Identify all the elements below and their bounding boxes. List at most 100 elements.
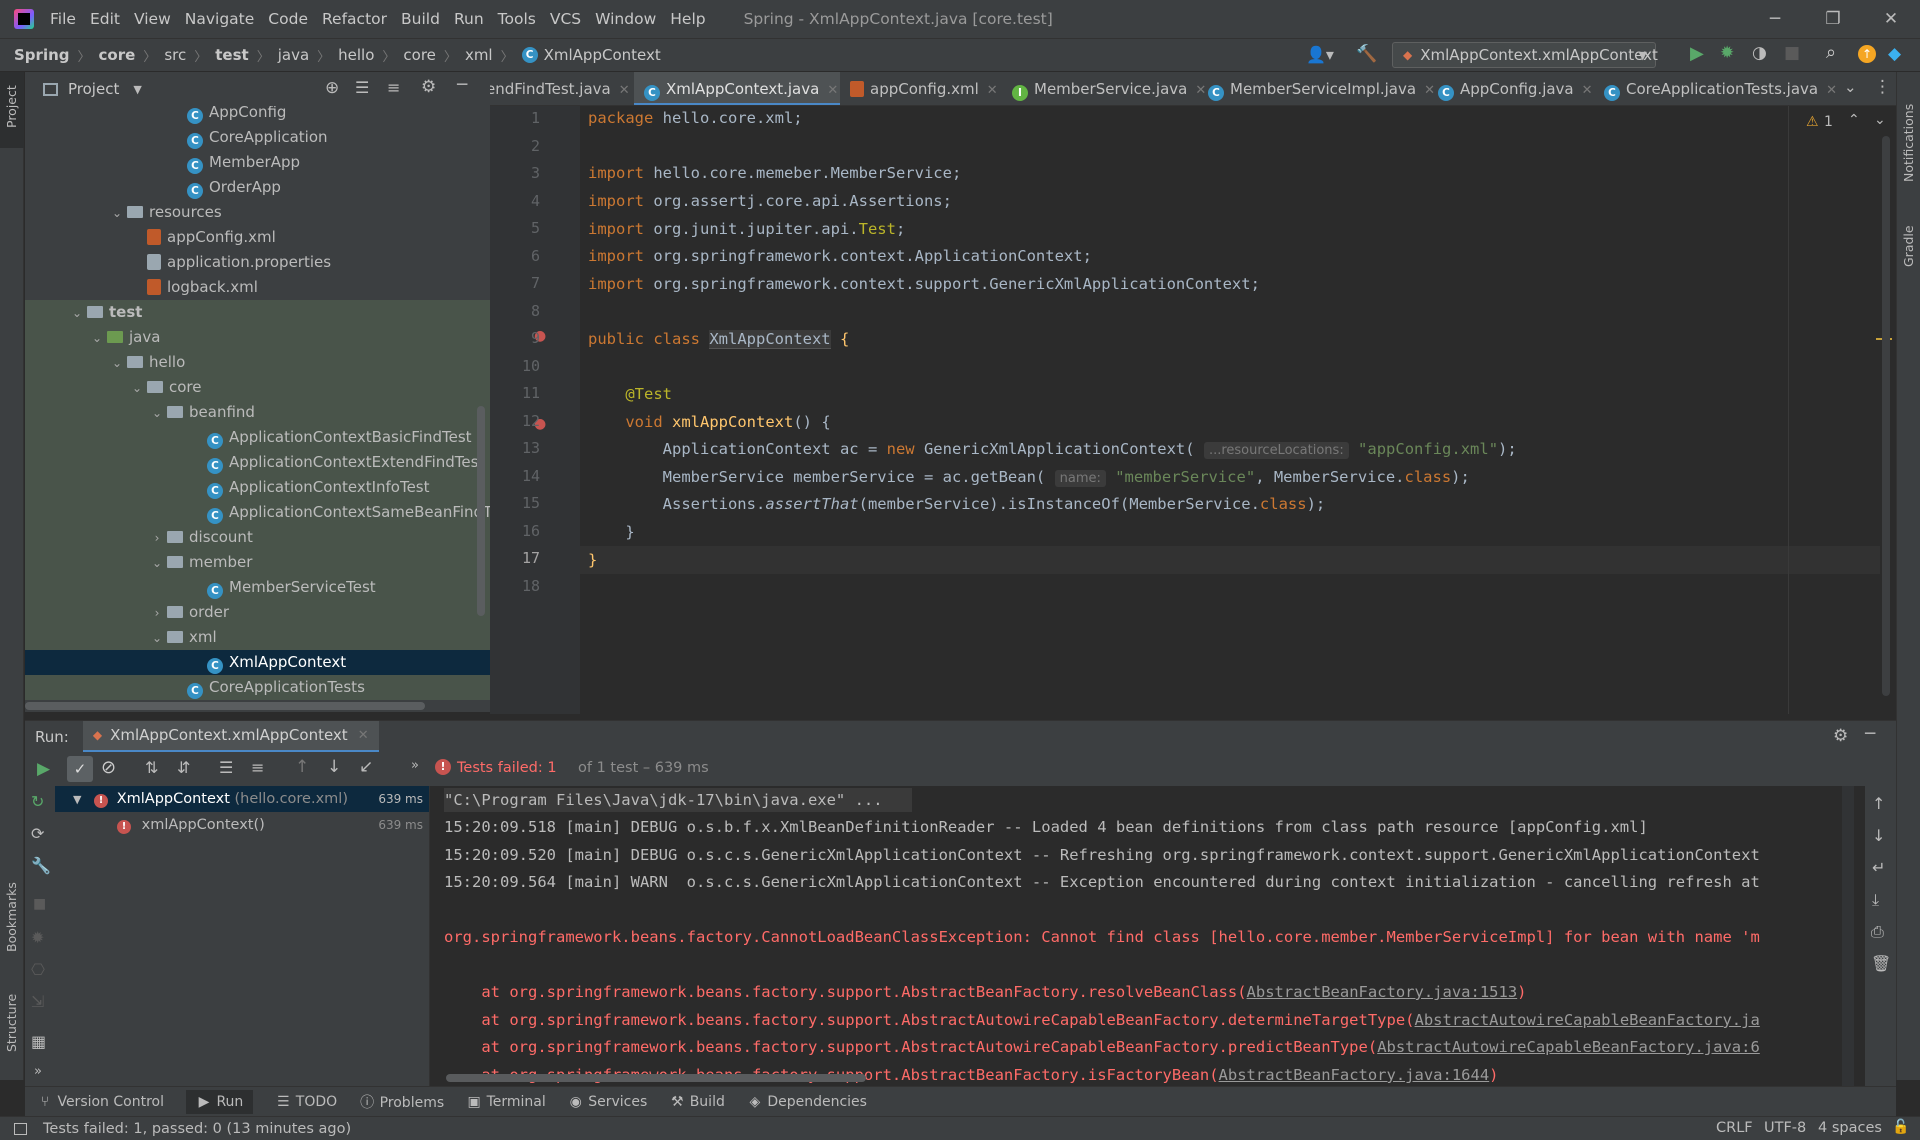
tree-item-applicationcontextextendfindtest[interactable]: C ApplicationContextExtendFindTest (25, 450, 490, 475)
status-message[interactable]: Tests failed: 1, passed: 0 (13 minutes a… (43, 1121, 351, 1137)
tab-memberserviceimpl[interactable]: C MemberServiceImpl.java ✕ (1198, 72, 1435, 105)
menu-build[interactable]: Build (401, 10, 440, 28)
close-tab-icon[interactable]: ✕ (619, 83, 630, 98)
collapse-all-icon[interactable]: ≡ (387, 78, 400, 97)
tree-item-test[interactable]: ⌄ test (25, 300, 490, 325)
hide-panel-icon[interactable]: ─ (1865, 724, 1875, 744)
tool-run[interactable]: ▶ Run (186, 1089, 254, 1114)
coverage-icon[interactable]: ◑ (1752, 43, 1767, 63)
hide-panel-icon[interactable]: ─ (457, 75, 467, 95)
trash-icon[interactable]: 🗑 (1871, 954, 1891, 973)
breadcrumb-hello[interactable]: hello (338, 46, 374, 64)
line-number[interactable]: 13 (522, 434, 540, 462)
menu-refactor[interactable]: Refactor (322, 10, 387, 28)
scroll-down-icon[interactable]: ↓ (1872, 826, 1885, 845)
tree-hscrollbar[interactable] (25, 702, 425, 710)
chevron-down-icon[interactable]: ▼ (133, 83, 141, 96)
notifications-tool-tab[interactable]: Notifications (1901, 104, 1916, 182)
menu-help[interactable]: Help (670, 10, 705, 28)
tool-build[interactable]: ⚒ Build (669, 1094, 725, 1110)
tree-item-hello[interactable]: ⌄ hello (25, 350, 490, 375)
line-number[interactable]: 15 (522, 489, 540, 517)
tree-item-applicationcontextbasicfindtest[interactable]: C ApplicationContextBasicFindTest (25, 425, 490, 450)
tree-item-beanfind[interactable]: ⌄ beanfind (25, 400, 490, 425)
line-number[interactable]: 14 (522, 462, 540, 490)
breadcrumb-test[interactable]: test (215, 46, 248, 64)
prev-highlight-icon[interactable]: ⌃ (1848, 112, 1860, 128)
tab-coreapplicationtests[interactable]: C CoreApplicationTests.java ✕ (1594, 72, 1846, 105)
code-editor[interactable]: package hello.core.xml; import hello.cor… (580, 106, 1896, 714)
minimize-icon[interactable]: ─ (1746, 0, 1804, 38)
line-number[interactable]: 12 (522, 407, 540, 435)
wrench-icon[interactable]: 🔧 (31, 856, 51, 875)
menu-edit[interactable]: Edit (90, 10, 120, 28)
tree-item-orderapp[interactable]: C OrderApp (25, 175, 490, 200)
toggle-panels-icon[interactable] (14, 1122, 27, 1135)
show-passed-icon[interactable]: ✓ (67, 756, 93, 782)
tree-item-appconfig[interactable]: C AppConfig (25, 106, 490, 125)
structure-tool-tab[interactable]: Structure (4, 994, 19, 1052)
search-icon[interactable]: ⌕ (1826, 42, 1836, 63)
tree-item-xmlappcontext[interactable]: C XmlAppContext (25, 650, 490, 675)
tab-appconfig-java[interactable]: C AppConfig.java ✕ (1428, 72, 1594, 105)
tool-version-control[interactable]: ⑂ Version Control (37, 1094, 164, 1110)
tree-item-coreapplicationtests[interactable]: C CoreApplicationTests (25, 675, 490, 700)
source-link[interactable]: AbstractAutowireCapableBeanFactory.java:… (1377, 1038, 1760, 1056)
line-number[interactable]: 3 (531, 159, 540, 187)
tree-scrollbar[interactable] (477, 406, 485, 616)
close-tab-icon[interactable]: ✕ (1826, 83, 1837, 98)
run-tab[interactable]: ◆ XmlAppContext.xmlAppContext ✕ (82, 720, 379, 753)
tabs-overflow-icon[interactable]: ⌄ (1844, 78, 1857, 96)
tree-item-applicationcontextinfotest[interactable]: C ApplicationContextInfoTest (25, 475, 490, 500)
prev-failed-icon[interactable]: ↑ (295, 757, 309, 777)
tree-item-application-properties[interactable]: application.properties (25, 250, 490, 275)
print-icon[interactable]: ⎙ (1871, 922, 1884, 942)
line-number[interactable]: 7 (531, 269, 540, 297)
indent-setting[interactable]: 4 spaces (1818, 1120, 1882, 1136)
sort-duration-icon[interactable]: ⇵ (177, 758, 190, 777)
camera-icon[interactable]: ⎔ (31, 960, 45, 979)
bookmarks-tool-tab[interactable]: Bookmarks (4, 882, 19, 952)
tool-dependencies[interactable]: ◈ Dependencies (747, 1094, 866, 1110)
tree-item-core[interactable]: ⌄ core (25, 375, 490, 400)
rerun-failed-icon[interactable]: ↻ (31, 792, 44, 811)
tool-todo[interactable]: ☰ TODO (275, 1094, 337, 1110)
chevron-right-icon[interactable]: › (149, 526, 165, 551)
debug-icon[interactable]: ✹ (31, 928, 44, 947)
project-view-select[interactable]: Project (68, 80, 119, 98)
breadcrumb-module[interactable]: core (99, 46, 136, 64)
console-hscrollbar[interactable] (446, 1074, 866, 1082)
debug-icon[interactable]: ✹ (1720, 43, 1734, 63)
breadcrumb-java[interactable]: java (278, 46, 309, 64)
line-number[interactable]: 4 (531, 187, 540, 215)
chevron-right-icon[interactable]: › (149, 601, 165, 626)
import-tests-icon[interactable]: ↙ (359, 757, 373, 777)
menu-code[interactable]: Code (268, 10, 308, 28)
update-icon[interactable]: ↑ (1858, 45, 1876, 63)
tab-memberservice[interactable]: I MemberService.java ✕ (1002, 72, 1206, 105)
line-number[interactable]: 6 (531, 242, 540, 270)
restore-icon[interactable]: ❐ (1804, 0, 1862, 38)
scroll-up-icon[interactable]: ↑ (1872, 794, 1885, 813)
menu-run[interactable]: Run (454, 10, 484, 28)
chevron-down-icon[interactable]: ⌄ (149, 401, 165, 426)
breadcrumb-src[interactable]: src (164, 46, 186, 64)
tab-xmlappcontext[interactable]: C XmlAppContext.java ✕ (634, 72, 840, 105)
breadcrumb-project[interactable]: Spring (14, 46, 70, 64)
next-highlight-icon[interactable]: ⌄ (1874, 112, 1886, 128)
more-icon[interactable]: » (34, 1064, 42, 1079)
close-tab-icon[interactable]: ✕ (1582, 83, 1593, 98)
tree-item-memberapp[interactable]: C MemberApp (25, 150, 490, 175)
gear-icon[interactable]: ⚙ (1833, 726, 1848, 746)
user-icon[interactable]: 👤▾ (1306, 45, 1334, 64)
warning-icon[interactable]: ⚠ (1806, 114, 1819, 130)
test-row-method[interactable]: ! xmlAppContext() 639 ms (55, 812, 429, 838)
project-tool-tab[interactable]: Project (4, 85, 19, 128)
tree-item-xml[interactable]: ⌄ xml (25, 625, 490, 650)
tree-item-memberservicetest[interactable]: C MemberServiceTest (25, 575, 490, 600)
tool-services[interactable]: ◉ Services (568, 1094, 648, 1110)
tree-item-java[interactable]: ⌄ java (25, 325, 490, 350)
line-separator[interactable]: CRLF (1716, 1120, 1753, 1136)
locate-icon[interactable]: ⊕ (325, 78, 339, 98)
expand-all-icon[interactable]: ☰ (219, 758, 233, 777)
